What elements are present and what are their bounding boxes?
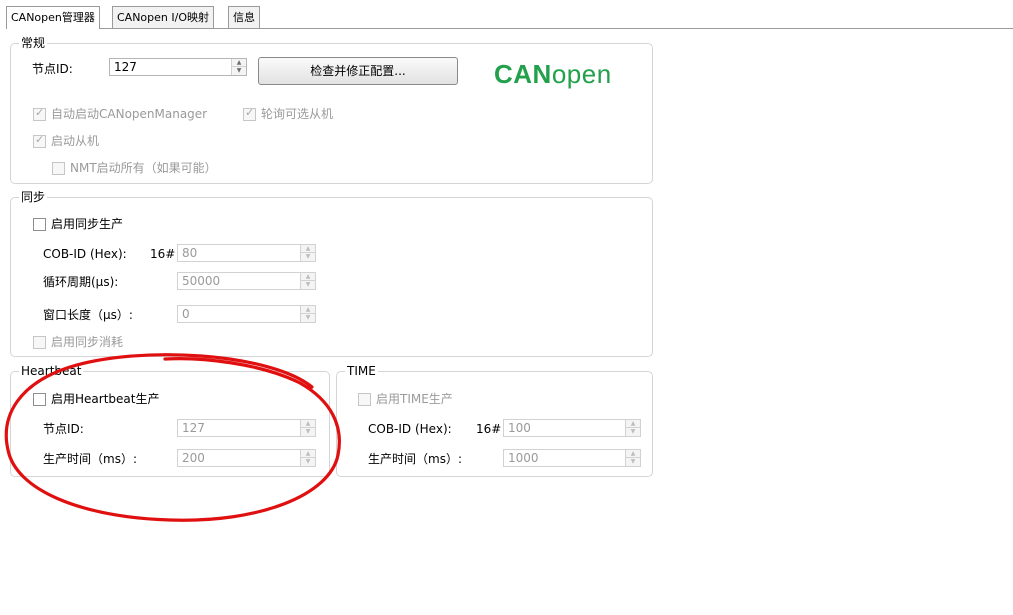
- time-producer-time-value[interactable]: 1000: [508, 450, 539, 466]
- spin-up-icon[interactable]: ▲: [626, 450, 640, 458]
- spin-up-icon[interactable]: ▲: [301, 245, 315, 253]
- poll-optional-slaves-label: 轮询可选从机: [261, 107, 334, 121]
- heartbeat-node-id-spinner[interactable]: 127 ▲ ▼: [177, 419, 316, 437]
- enable-sync-consuming-checkbox[interactable]: 启用同步消耗: [33, 334, 123, 350]
- heartbeat-node-id-value[interactable]: 127: [182, 420, 205, 436]
- enable-heartbeat-producing-label: 启用Heartbeat生产: [51, 392, 160, 406]
- enable-heartbeat-producing-checkbox[interactable]: 启用Heartbeat生产: [33, 391, 159, 407]
- start-slaves-checkbox[interactable]: ✓ 启动从机: [33, 133, 99, 149]
- spin-down-icon[interactable]: ▼: [301, 253, 315, 261]
- sync-cob-id-prefix: 16#: [150, 247, 176, 261]
- heartbeat-node-id-label: 节点ID:: [43, 422, 84, 436]
- checkmark-icon: ✓: [35, 105, 45, 119]
- enable-sync-producing-checkbox[interactable]: 启用同步生产: [33, 216, 123, 232]
- start-slaves-label: 启动从机: [51, 134, 100, 148]
- time-cob-id-value[interactable]: 100: [508, 420, 531, 436]
- spin-up-icon[interactable]: ▲: [301, 306, 315, 314]
- sync-cob-id-value[interactable]: 80: [182, 245, 197, 261]
- enable-time-producing-checkbox[interactable]: 启用TIME生产: [358, 391, 453, 407]
- enable-sync-producing-label: 启用同步生产: [51, 217, 124, 231]
- sync-group-title: 同步: [19, 189, 48, 205]
- checkmark-icon: ✓: [245, 105, 255, 119]
- node-id-value[interactable]: 127: [114, 59, 137, 75]
- time-producer-time-label: 生产时间（ms）:: [368, 452, 462, 466]
- auto-start-label: 自动启动CANopenManager: [51, 107, 208, 121]
- time-group-title: TIME: [345, 363, 378, 379]
- node-id-label: 节点ID:: [32, 62, 73, 76]
- sync-window-length-value[interactable]: 0: [182, 306, 190, 322]
- logo-bold-text: CAN: [494, 59, 552, 89]
- logo-light-text: open: [551, 59, 612, 89]
- nmt-start-all-checkbox[interactable]: NMT启动所有（如果可能）: [52, 160, 217, 176]
- spin-up-icon[interactable]: ▲: [301, 420, 315, 428]
- spin-up-icon[interactable]: ▲: [301, 273, 315, 281]
- heartbeat-producer-time-value[interactable]: 200: [182, 450, 205, 466]
- sync-cob-id-label: COB-ID (Hex):: [43, 247, 127, 261]
- spin-down-icon[interactable]: ▼: [626, 458, 640, 466]
- time-cob-id-prefix: 16#: [476, 422, 502, 436]
- spin-down-icon[interactable]: ▼: [301, 281, 315, 289]
- spin-down-icon[interactable]: ▼: [301, 314, 315, 322]
- sync-window-length-spinner[interactable]: 0 ▲ ▼: [177, 305, 316, 323]
- time-cob-id-label: COB-ID (Hex):: [368, 422, 452, 436]
- spin-down-icon[interactable]: ▼: [301, 428, 315, 436]
- sync-cycle-period-spinner[interactable]: 50000 ▲ ▼: [177, 272, 316, 290]
- spin-down-icon[interactable]: ▼: [232, 67, 246, 75]
- sync-cob-id-spinner[interactable]: 80 ▲ ▼: [177, 244, 316, 262]
- time-cob-id-spinner[interactable]: 100 ▲ ▼: [503, 419, 641, 437]
- time-producer-time-spinner[interactable]: 1000 ▲ ▼: [503, 449, 641, 467]
- spin-up-icon[interactable]: ▲: [626, 420, 640, 428]
- node-id-spin-buttons[interactable]: ▲ ▼: [231, 59, 246, 75]
- tab-divider: [6, 28, 1013, 29]
- poll-optional-slaves-checkbox[interactable]: ✓ 轮询可选从机: [243, 106, 333, 122]
- checkmark-icon: ✓: [35, 132, 45, 146]
- enable-sync-consuming-label: 启用同步消耗: [51, 335, 124, 349]
- node-id-spinner[interactable]: 127 ▲ ▼: [109, 58, 247, 76]
- tab-info[interactable]: 信息: [228, 6, 260, 28]
- tab-canopen-manager[interactable]: CANopen管理器: [6, 6, 100, 29]
- sync-cycle-period-label: 循环周期(µs):: [43, 275, 119, 289]
- enable-time-producing-label: 启用TIME生产: [376, 392, 453, 406]
- check-fix-config-button[interactable]: 检查并修正配置...: [258, 57, 458, 85]
- heartbeat-producer-time-label: 生产时间（ms）:: [43, 452, 137, 466]
- general-group-title: 常规: [19, 35, 48, 51]
- tab-canopen-io-mapping[interactable]: CANopen I/O映射: [112, 6, 214, 28]
- heartbeat-group-title: Heartbeat: [19, 363, 84, 379]
- canopen-logo: CANopen: [494, 58, 612, 90]
- spin-up-icon[interactable]: ▲: [301, 450, 315, 458]
- sync-window-length-label: 窗口长度（µs）:: [43, 308, 133, 322]
- nmt-start-all-label: NMT启动所有（如果可能）: [70, 161, 217, 175]
- heartbeat-producer-time-spinner[interactable]: 200 ▲ ▼: [177, 449, 316, 467]
- spin-down-icon[interactable]: ▼: [626, 428, 640, 436]
- spin-down-icon[interactable]: ▼: [301, 458, 315, 466]
- spin-up-icon[interactable]: ▲: [232, 59, 246, 67]
- sync-cycle-period-value[interactable]: 50000: [182, 273, 220, 289]
- auto-start-checkbox[interactable]: ✓ 自动启动CANopenManager: [33, 106, 207, 122]
